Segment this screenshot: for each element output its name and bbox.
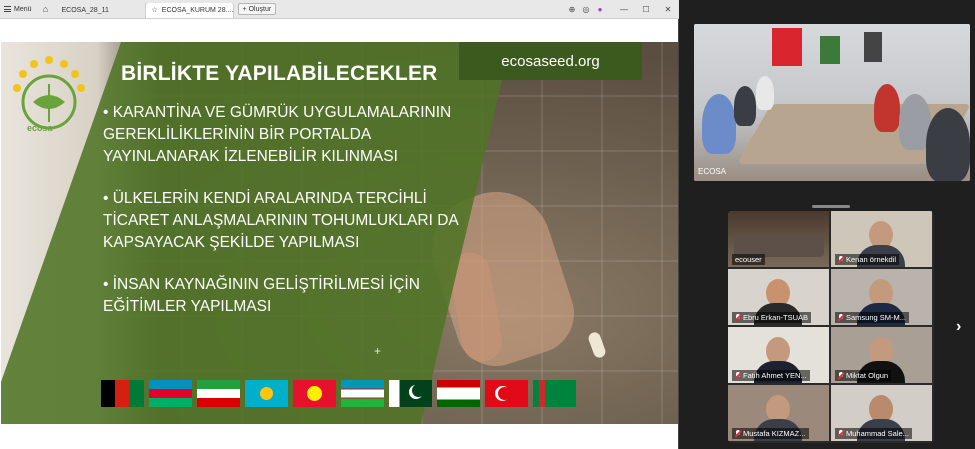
muted-mic-icon [735, 314, 741, 321]
muted-mic-icon [735, 430, 741, 437]
participant-name-tag: Mustafa KIZMAZ... [732, 428, 809, 439]
participant-name: Muhammad Sale... [846, 429, 909, 438]
person [926, 108, 970, 181]
kyrgyzstan-flag-icon [293, 380, 336, 407]
participant-name: Miktat Olgun [846, 371, 889, 380]
hamburger-icon [4, 6, 11, 12]
participant-name-tag: ecouser [732, 254, 765, 265]
website-url: ecosaseed.org [501, 52, 600, 70]
person [734, 86, 756, 126]
tajikistan-flag-icon [437, 380, 480, 407]
afghanistan-flag-icon [101, 380, 144, 407]
tab-ecosa-28-11[interactable]: ECOSA_28_11 [56, 2, 146, 18]
participant-tile[interactable]: ecouser [728, 211, 829, 267]
participant-name: ecouser [735, 255, 762, 264]
new-tab-button[interactable]: + Oluştur [237, 3, 277, 15]
muted-mic-icon [838, 372, 844, 379]
main-video-label: ECOSA [698, 167, 727, 176]
azerbaijan-flag-icon [149, 380, 192, 407]
participant-tile[interactable]: Ebru Erkan-TSUAB [728, 269, 829, 325]
close-window-icon[interactable]: ✕ [657, 5, 679, 14]
plus-icon: + [242, 5, 247, 13]
participant-name: Samsung SM-M... [846, 313, 907, 322]
iran-flag-icon [197, 380, 240, 407]
participant-grid: ecouser Kenan örnekdil Ebru Erkan-TSUAB … [728, 211, 934, 443]
panel-drag-handle[interactable] [812, 205, 850, 208]
country-flags-row [101, 380, 576, 407]
new-tab-label: Oluştur [248, 5, 272, 13]
menu-label: Menü [14, 5, 32, 13]
muted-mic-icon [838, 314, 844, 321]
extension-icon[interactable]: ● [593, 5, 607, 14]
participant-name: Fatih Ahmet YEN... [743, 371, 807, 380]
participant-tile[interactable]: Samsung SM-M... [831, 269, 932, 325]
downloads-icon[interactable]: ⊕ [565, 5, 579, 14]
menu-button[interactable]: Menü [0, 0, 36, 19]
presentation-slide: ecosa ecosaseed.org BİRLİKTE YAPILABİLEC… [1, 42, 678, 424]
main-video[interactable] [694, 24, 970, 181]
maximize-icon[interactable]: ☐ [635, 5, 657, 14]
home-icon[interactable]: ⌂ [36, 0, 56, 19]
tab-ecosa-kurum[interactable]: ☆ ECOSA_KURUM 28.... ✕ [145, 2, 234, 18]
star-icon: ☆ [151, 7, 158, 14]
bullet-1: • KARANTİNA VE GÜMRÜK UYGULAMALARININ GE… [103, 104, 452, 165]
turkmenistan-flag-icon [533, 380, 576, 407]
portrait-image [864, 32, 882, 62]
turkey-flag-icon [485, 380, 528, 407]
minimize-icon[interactable]: — [613, 5, 635, 14]
snapshot-icon[interactable]: ◎ [579, 5, 593, 14]
person [756, 76, 774, 110]
participant-tile[interactable]: Miktat Olgun [831, 327, 932, 383]
uzbekistan-flag-icon [341, 380, 384, 407]
person [702, 94, 736, 154]
window-controls: ⊕ ◎ ● — ☐ ✕ [565, 0, 679, 19]
participant-name: Mustafa KIZMAZ... [743, 429, 806, 438]
participant-tile[interactable]: Mustafa KIZMAZ... [728, 385, 829, 441]
muted-mic-icon [838, 256, 844, 263]
slide-title: BİRLİKTE YAPILABİLECEKLER [121, 62, 438, 85]
participant-tile[interactable]: Kenan örnekdil [831, 211, 932, 267]
wall-sign-image [820, 36, 840, 64]
logo-text: ecosa [27, 123, 53, 133]
participant-name-tag: Kenan örnekdil [835, 254, 900, 265]
participant-name-tag: Miktat Olgun [835, 370, 892, 381]
muted-mic-icon [838, 430, 844, 437]
pakistan-flag-icon [389, 380, 432, 407]
kazakhstan-flag-icon [245, 380, 288, 407]
person [874, 84, 900, 132]
participant-name-tag: Samsung SM-M... [835, 312, 910, 323]
participant-tile[interactable]: Fatih Ahmet YEN... [728, 327, 829, 383]
participant-name: Kenan örnekdil [846, 255, 897, 264]
meeting-panel: ECOSA ecouser Kenan örnekdil Ebru Erkan-… [680, 0, 975, 449]
browser-window: Menü ⌂ ECOSA_28_11 ☆ ECOSA_KURUM 28.... … [0, 0, 679, 449]
participant-name-tag: Fatih Ahmet YEN... [732, 370, 810, 381]
next-page-arrow-icon[interactable]: › [956, 318, 961, 336]
participant-name-tag: Ebru Erkan-TSUAB [732, 312, 812, 323]
muted-mic-icon [735, 372, 741, 379]
tab-bar: Menü ⌂ ECOSA_28_11 ☆ ECOSA_KURUM 28.... … [0, 0, 679, 19]
tab-label: ECOSA_KURUM 28.... [161, 6, 234, 14]
turkish-flag-image [772, 28, 802, 66]
bullet-2: • ÜLKELERİN KENDİ ARALARINDA TERCİHLİ Tİ… [103, 190, 458, 251]
participant-tile[interactable]: Muhammad Sale... [831, 385, 932, 441]
participant-name-tag: Muhammad Sale... [835, 428, 912, 439]
bullet-3: • İNSAN KAYNAĞININ GELİŞTİRİLMESİ İÇİN E… [103, 276, 420, 315]
cursor-crosshair-icon: + [374, 344, 382, 358]
slide-bottom-margin [1, 424, 678, 449]
tab-label: ECOSA_28_11 [61, 6, 109, 14]
participant-name: Ebru Erkan-TSUAB [743, 313, 809, 322]
website-banner: ecosaseed.org [459, 42, 642, 80]
